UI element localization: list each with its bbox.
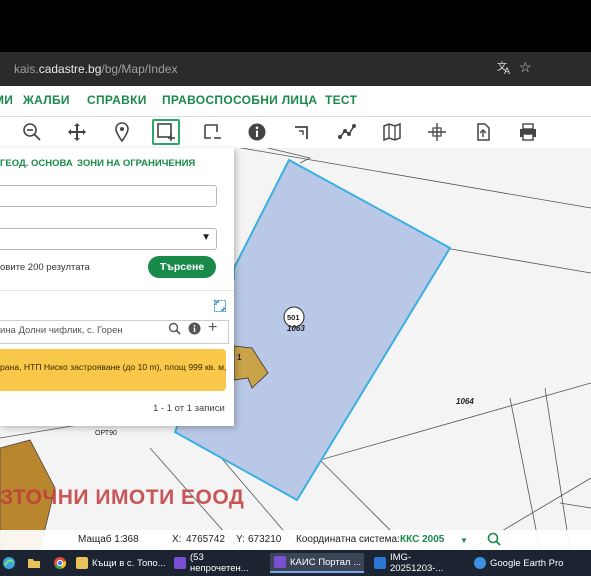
info-icon[interactable] [243,119,271,145]
panel-divider [0,290,234,291]
crs-label: Координатна система: [296,534,400,545]
select-area-icon[interactable] [198,119,226,145]
y-coordinate-label: Y: [236,534,245,545]
map-layers-icon[interactable] [378,119,406,145]
url-text[interactable]: kais.cadastre.bg/bg/Map/Index [14,62,177,76]
taskbar-item-4[interactable]: IMG-20251203-... [370,552,464,574]
app-icon [374,557,386,569]
menu-item-references[interactable]: СПРАВКИ [87,93,147,107]
taskbar-label: IMG-20251203-... [390,552,444,574]
y-coordinate-value: 673210 [248,534,282,545]
magnifier-icon[interactable] [168,322,181,338]
records-count: 1 - 1 от 1 записи [153,403,225,414]
crs-value[interactable]: ККС 2005 [400,534,444,545]
export-icon[interactable] [469,119,497,145]
tab-geodetic-basis[interactable]: ГЕОД. ОСНОВА [0,158,73,169]
taskbar-label: Къщи в с. Топо... [92,557,166,569]
svg-text:A: A [504,67,511,75]
window-top [0,0,591,52]
watermark-text: ЗТОЧНИ ИМОТИ ЕООД [0,486,245,509]
zoom-search-icon[interactable] [487,532,501,551]
app-icon [76,557,88,569]
search-input[interactable] [0,185,217,207]
pan-icon[interactable] [63,119,91,145]
url-domain: cadastre.bg [38,62,102,76]
chrome-icon[interactable] [53,556,67,575]
survey-point-label: ОРТ90 [95,430,117,437]
app-icon [474,557,486,569]
taskbar-label: КАИС Портал ... [290,556,362,568]
folder-icon[interactable] [27,556,41,575]
search-type-select[interactable]: ▼ [0,228,217,250]
taskbar-label: Google Earth Pro [490,557,564,569]
crs-dropdown-icon[interactable]: ▼ [460,536,468,545]
result-limit-hint: овите 200 резултата [0,262,90,273]
coordinates-icon[interactable] [423,119,451,145]
browser-icon[interactable] [2,556,16,575]
parcel-id: 1063 [287,324,305,333]
result-item-text: рана, НТП Ниско застрояване (до 10 m), п… [0,362,227,372]
building-label: 1 [237,353,242,362]
route-icon[interactable] [333,119,361,145]
scale-label: Мащаб 1: [78,534,123,545]
app-icon [174,557,186,569]
add-icon[interactable]: + [208,319,217,337]
menu-item-licensed[interactable]: ПРАВОСПОСОБНИ ЛИЦА [162,93,317,107]
chevron-down-icon: ▼ [201,232,211,243]
details-info-icon[interactable] [188,322,201,338]
taskbar-item-3[interactable]: КАИС Портал ... [270,553,364,573]
menu-item-partial[interactable]: МИ [0,93,13,107]
taskbar-item-5[interactable]: Google Earth Pro [470,553,570,573]
url-path: /bg/Map/Index [101,62,178,76]
location-pin-icon[interactable] [108,119,136,145]
taskbar-item-2[interactable]: (53 непрочетен... [170,552,264,574]
app-icon [274,556,286,568]
taskbar-label: (53 непрочетен... [190,552,249,574]
taskbar-item-1[interactable]: Къщи в с. Топо... [72,553,166,573]
result-filter-text: ина Долни чифлик, с. Горен [0,325,123,336]
x-coordinate-label: X: [172,534,182,545]
menu-item-test[interactable]: ТЕСТ [325,93,357,107]
expand-icon[interactable] [214,300,226,315]
neighbor-parcel-id: 1064 [456,397,474,406]
search-button[interactable]: Търсене [148,256,216,278]
url-host: kais. [14,62,39,76]
measure-icon[interactable] [288,119,316,145]
bookmark-star-icon[interactable]: ☆ [519,59,532,76]
x-coordinate-value: 4765742 [186,534,225,545]
scale-value[interactable]: 368 [122,534,139,545]
translate-icon[interactable]: 文A [497,59,513,78]
zoom-out-icon[interactable] [18,119,46,145]
tab-restriction-zones[interactable]: ЗОНИ НА ОГРАНИЧЕНИЯ [77,158,195,169]
select-rectangle-icon[interactable] [152,119,180,145]
print-icon[interactable] [514,119,542,145]
menu-item-complaints[interactable]: ЖАЛБИ [23,93,70,107]
parcel-number: 501 [287,313,300,322]
